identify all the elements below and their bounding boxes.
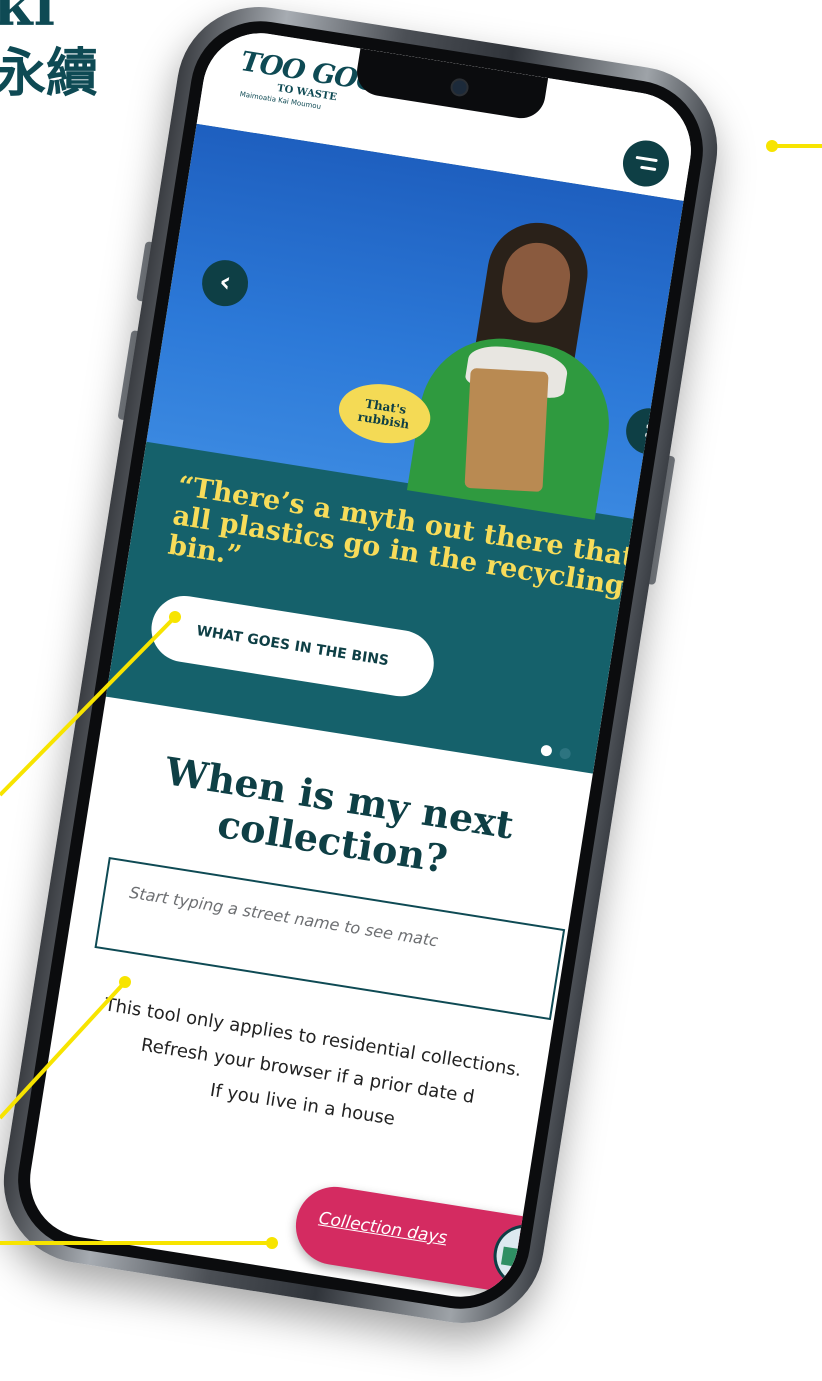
brand-line-1: ki [0,0,57,39]
collection-days-label: Collection days [317,1208,449,1249]
menu-icon-bar-bottom [640,165,657,172]
menu-button[interactable] [619,137,673,190]
hero-carousel: That's rubbish ‹ › “There’s a myth out t… [105,123,684,774]
info-paragraph: This tool only applies to residential co… [103,994,523,1108]
carousel-dot-2[interactable] [558,747,572,760]
brand-heading: ki 永續 [0,0,98,100]
hero-photo-paper-bag [464,367,549,492]
front-camera-icon [449,77,470,98]
brand-line-2: 永續 [0,43,99,104]
phone-mockup: TOO GOOD TO WASTE Maimoatia Kai Moumou T… [0,0,729,1335]
carousel-dots [539,740,580,765]
phone-screen: TOO GOOD TO WASTE Maimoatia Kai Moumou T… [21,24,700,1306]
what-goes-in-the-bins-button[interactable]: WHAT GOES IN THE BINS [146,591,439,702]
callout-dot-menu [766,140,778,152]
chevron-left-icon: ‹ [217,264,234,299]
carousel-dot-1[interactable] [540,744,553,757]
collection-info-text: This tool only applies to residential co… [63,984,553,1160]
menu-icon-bar-top [635,155,658,163]
